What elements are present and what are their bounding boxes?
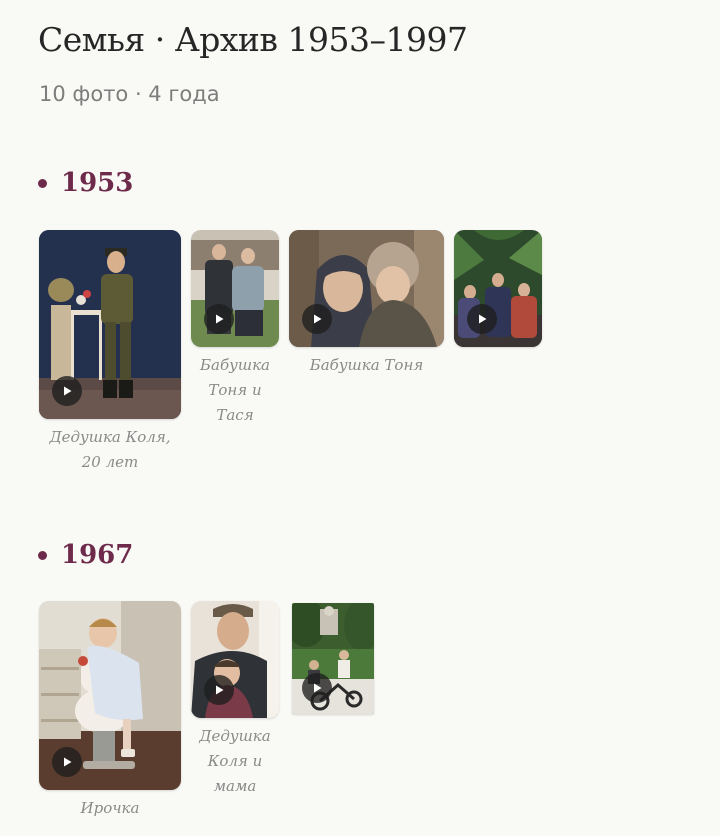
photo-archive-page: Семья · Архив 1953–1997 10 фото · 4 года…	[0, 0, 720, 836]
play-icon	[216, 314, 224, 324]
play-icon	[64, 386, 72, 396]
photo-tile[interactable]: Бабушка Тоня и Тася	[191, 230, 279, 428]
page-title: Семья · Архив 1953–1997	[38, 20, 468, 59]
photo-thumbnail[interactable]	[39, 230, 181, 419]
photo-caption: Дедушка Коля и мама	[199, 727, 271, 795]
photo-image	[454, 230, 542, 347]
bullet-dot	[38, 550, 47, 560]
photo-thumbnail[interactable]	[292, 603, 374, 714]
year-label: 1967	[61, 540, 134, 570]
play-button[interactable]	[52, 747, 82, 777]
photo-caption: Ирочка	[80, 799, 140, 817]
photo-caption: Дедушка Коля, 20 лет	[49, 428, 171, 471]
photo-thumbnail[interactable]	[39, 601, 181, 790]
play-button[interactable]	[302, 304, 332, 334]
play-button[interactable]	[467, 304, 497, 334]
play-icon	[314, 314, 322, 324]
photo-thumbnail[interactable]	[191, 230, 279, 347]
play-button[interactable]	[204, 675, 234, 705]
play-button[interactable]	[302, 673, 332, 703]
photo-tile[interactable]: Ирочка	[39, 601, 181, 821]
play-icon	[479, 314, 487, 324]
photo-tile[interactable]	[292, 603, 374, 714]
photo-thumbnail[interactable]	[454, 230, 542, 347]
year-heading-1953: 1953	[38, 168, 133, 198]
photo-caption: Бабушка Тоня	[309, 356, 424, 374]
photo-tile[interactable]: Бабушка Тоня	[289, 230, 444, 378]
photo-caption: Бабушка Тоня и Тася	[200, 356, 270, 424]
page-subtitle: 10 фото · 4 года	[39, 82, 220, 106]
play-button[interactable]	[52, 376, 82, 406]
photo-thumbnail[interactable]	[191, 601, 279, 718]
photo-tile[interactable]: Дедушка Коля и мама	[191, 601, 279, 799]
play-icon	[314, 683, 322, 693]
photo-thumbnail[interactable]	[289, 230, 444, 347]
photo-image	[191, 230, 279, 347]
play-icon	[64, 757, 72, 767]
bullet-dot	[38, 178, 47, 188]
year-label: 1953	[61, 168, 134, 198]
photo-tile[interactable]: Дедушка Коля, 20 лет	[39, 230, 181, 475]
play-button[interactable]	[204, 304, 234, 334]
photo-tile[interactable]	[454, 230, 542, 347]
year-heading-1967: 1967	[38, 540, 133, 570]
play-icon	[216, 685, 224, 695]
photo-image	[191, 601, 279, 718]
